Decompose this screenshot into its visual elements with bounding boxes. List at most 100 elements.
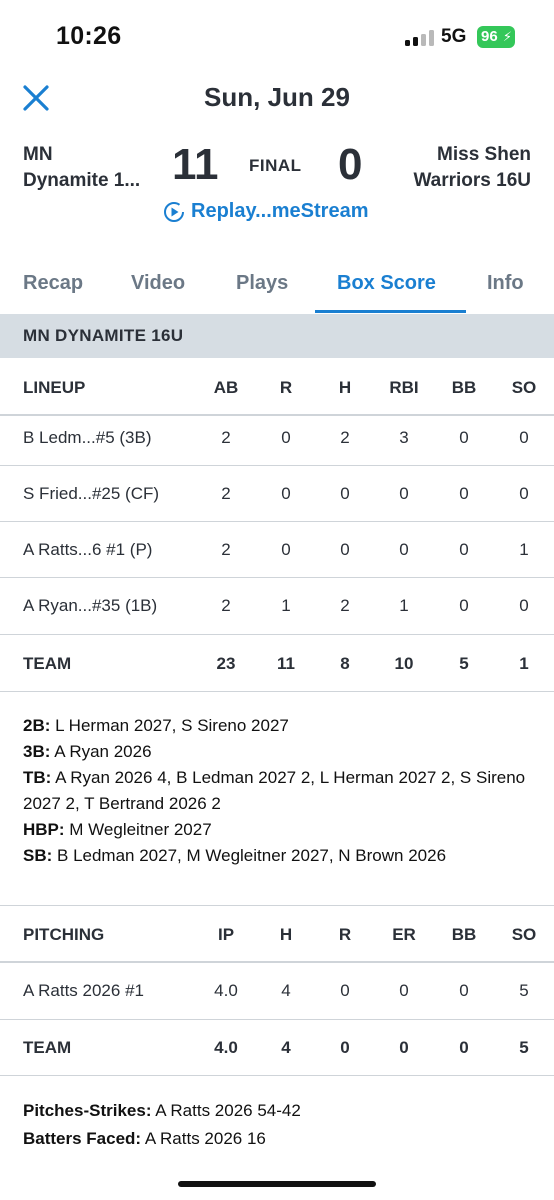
stat-rbi: 1 xyxy=(399,596,409,615)
team-section-title: MN DYNAMITE 16U xyxy=(23,326,184,345)
header-r: R xyxy=(338,925,352,944)
tab-box-score[interactable]: Box Score xyxy=(337,272,436,295)
table-row[interactable]: A Ratts 2026 #1 4.0 4 0 0 0 5 xyxy=(0,963,554,1020)
tab-plays[interactable]: Plays xyxy=(236,272,288,295)
header-ip: IP xyxy=(217,925,235,944)
note-batters-faced: Batters Faced: A Ratts 2026 16 xyxy=(23,1129,266,1148)
home-indicator[interactable] xyxy=(178,1181,376,1187)
tab-recap[interactable]: Recap xyxy=(23,272,83,295)
header-ab: AB xyxy=(213,378,239,397)
note-stolen-bases: SB: B Ledman 2027, M Wegleitner 2027, N … xyxy=(23,846,447,865)
stat-er: 0 xyxy=(399,981,409,1000)
header-bb: BB xyxy=(451,925,477,944)
stat-ab: 2 xyxy=(221,596,231,615)
pitching-header-row: PITCHING IP H R ER BB SO xyxy=(0,905,554,963)
home-team-line-1: MN xyxy=(23,144,53,165)
total-ab: 23 xyxy=(216,654,236,673)
stat-ip: 4.0 xyxy=(214,981,238,1000)
stat-ab: 2 xyxy=(221,428,231,447)
replay-label: Replay...meStream xyxy=(191,200,369,222)
pitcher-name: A Ratts 2026 #1 xyxy=(23,981,144,1000)
away-team-line-1: Miss Shen xyxy=(437,144,531,165)
total-h: 8 xyxy=(340,654,350,673)
stat-rbi: 3 xyxy=(399,428,409,447)
total-er: 0 xyxy=(399,1038,409,1057)
total-ip: 4.0 xyxy=(214,1038,238,1057)
stat-so: 5 xyxy=(519,981,529,1000)
note-triples: 3B: A Ryan 2026 xyxy=(23,742,152,761)
header-so: SO xyxy=(511,925,537,944)
active-tab-indicator xyxy=(315,310,466,313)
page-title: Sun, Jun 29 xyxy=(204,82,350,112)
stat-h: 0 xyxy=(340,540,350,559)
status-bar: 10:26 5G 96 ⚡ xyxy=(0,0,554,72)
network-type: 5G xyxy=(441,26,467,47)
away-score: 0 xyxy=(338,140,363,189)
home-team-line-2: Dynamite 1... xyxy=(23,170,141,191)
stat-bb: 0 xyxy=(459,428,469,447)
game-status: FINAL xyxy=(249,156,302,175)
total-label: TEAM xyxy=(23,654,72,673)
stat-so: 0 xyxy=(519,596,529,615)
stat-ab: 2 xyxy=(221,484,231,503)
header-r: R xyxy=(279,378,293,397)
player-name: S Fried...#25 (CF) xyxy=(23,484,160,503)
stat-ab: 2 xyxy=(221,540,231,559)
total-bb: 0 xyxy=(459,1038,469,1057)
stat-bb: 0 xyxy=(459,596,469,615)
total-label: TEAM xyxy=(23,1038,72,1057)
away-team-name[interactable]: Miss Shen Warriors 16U xyxy=(413,142,531,194)
status-time: 10:26 xyxy=(56,22,122,50)
player-name: A Ryan...#35 (1B) xyxy=(23,596,158,615)
table-row[interactable]: S Fried...#25 (CF) 2 0 0 0 0 0 xyxy=(0,466,554,522)
table-row[interactable]: B Ledm...#5 (3B) 2 0 2 3 0 0 xyxy=(0,416,554,466)
battery-icon: 96 ⚡ xyxy=(477,26,515,48)
pitching-header-label: PITCHING xyxy=(23,925,105,944)
tab-video[interactable]: Video xyxy=(131,272,185,295)
stat-bb: 0 xyxy=(459,484,469,503)
total-rbi: 10 xyxy=(394,654,414,673)
stat-r: 0 xyxy=(281,484,291,503)
stat-h: 2 xyxy=(340,428,350,447)
stat-h: 0 xyxy=(340,484,350,503)
total-so: 1 xyxy=(519,654,529,673)
replay-icon xyxy=(164,201,184,222)
batting-notes: 2B: L Herman 2027, S Sireno 2027 3B: A R… xyxy=(23,713,543,869)
lineup-header-label: LINEUP xyxy=(23,378,86,397)
note-total-bases: TB: A Ryan 2026 4, B Ledman 2027 2, L He… xyxy=(23,768,526,813)
home-team-name[interactable]: MN Dynamite 1... xyxy=(23,142,140,194)
away-team-line-2: Warriors 16U xyxy=(413,170,531,191)
header-bb: BB xyxy=(451,378,477,397)
cellular-signal-icon xyxy=(405,30,435,46)
replay-link[interactable]: Replay...meStream xyxy=(163,200,369,223)
battery-level: 96 xyxy=(481,28,498,45)
team-section-header: MN DYNAMITE 16U xyxy=(0,314,554,358)
stat-so: 0 xyxy=(519,484,529,503)
total-h: 4 xyxy=(281,1038,291,1057)
stat-bb: 0 xyxy=(459,981,469,1000)
header-h: H xyxy=(338,378,352,397)
pitching-total-row: TEAM 4.0 4 0 0 0 5 xyxy=(0,1020,554,1076)
tab-info[interactable]: Info xyxy=(487,272,524,295)
total-r: 11 xyxy=(277,654,295,673)
stat-r: 0 xyxy=(281,540,291,559)
player-name: A Ratts...6 #1 (P) xyxy=(23,540,153,559)
stat-r: 0 xyxy=(281,428,291,447)
header-er: ER xyxy=(392,925,416,944)
stat-bb: 0 xyxy=(459,540,469,559)
total-so: 5 xyxy=(519,1038,529,1057)
stat-h: 2 xyxy=(340,596,350,615)
header-h: H xyxy=(279,925,293,944)
total-bb: 5 xyxy=(459,654,469,673)
stat-r: 1 xyxy=(281,596,291,615)
stat-h: 4 xyxy=(281,981,291,1000)
table-row[interactable]: A Ryan...#35 (1B) 2 1 2 1 0 0 xyxy=(0,578,554,635)
note-hit-by-pitch: HBP: M Wegleitner 2027 xyxy=(23,820,212,839)
pitching-notes: Pitches-Strikes: A Ratts 2026 54-42 Batt… xyxy=(23,1097,543,1153)
tab-bar: Recap Video Plays Box Score Info xyxy=(0,256,554,314)
stat-so: 1 xyxy=(519,540,529,559)
stat-rbi: 0 xyxy=(399,484,409,503)
header-rbi: RBI xyxy=(389,378,419,397)
table-row[interactable]: A Ratts...6 #1 (P) 2 0 0 0 0 1 xyxy=(0,522,554,578)
home-score: 11 xyxy=(172,140,219,189)
